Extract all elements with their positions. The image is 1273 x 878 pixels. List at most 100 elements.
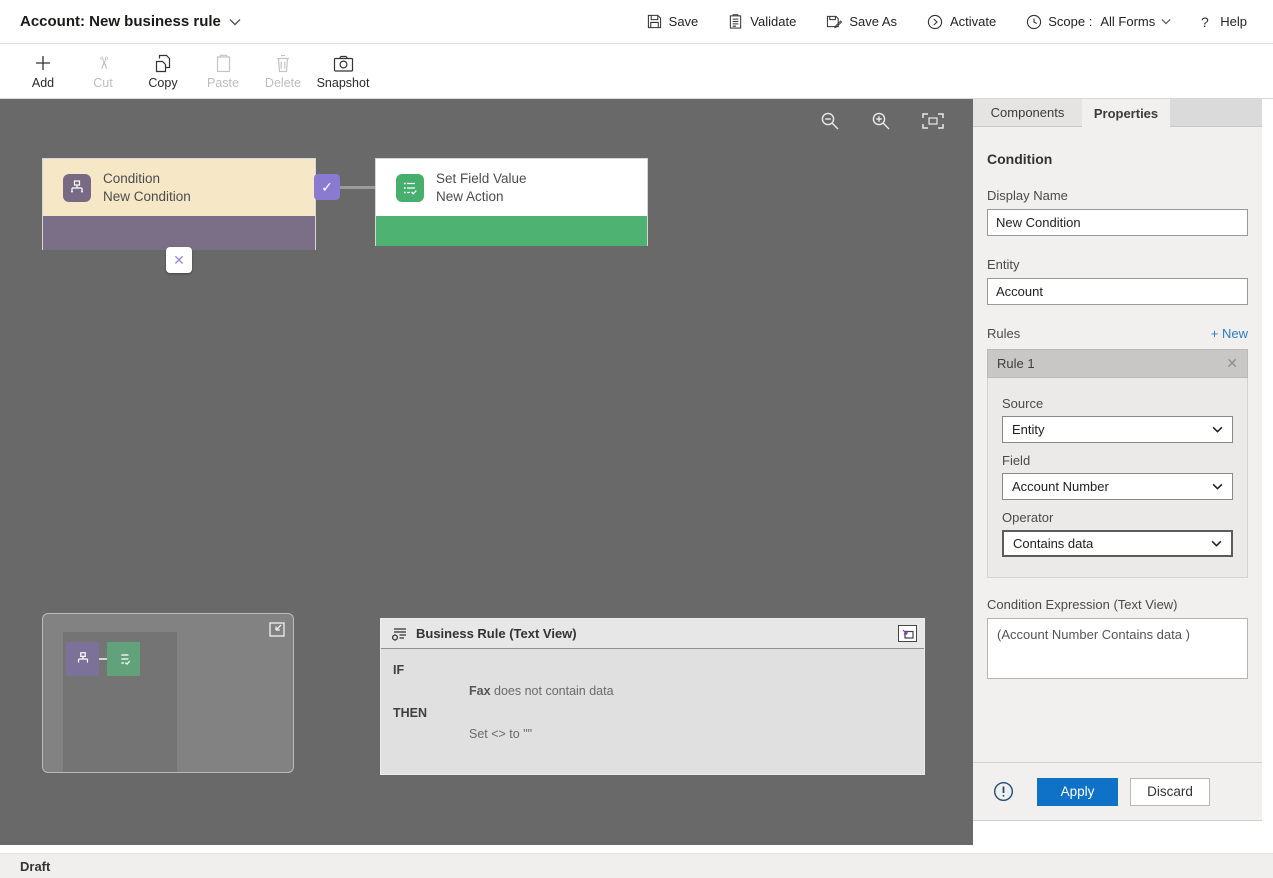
- condition-expression-box[interactable]: (Account Number Contains data ): [987, 618, 1248, 679]
- action-node-labels: Set Field Value New Action: [436, 170, 527, 206]
- field-label: Field: [1002, 453, 1233, 468]
- chevron-down-icon: [1211, 540, 1222, 547]
- zoom-out-icon[interactable]: [820, 111, 840, 131]
- info-icon[interactable]: [993, 781, 1014, 802]
- rules-row: Rules + New: [987, 326, 1248, 341]
- field-value: Account Number: [1012, 479, 1109, 494]
- save-as-button[interactable]: Save As: [826, 14, 897, 29]
- delete-button[interactable]: Delete: [260, 53, 306, 90]
- then-keyword: THEN: [393, 706, 912, 720]
- minimap-connector: [99, 658, 107, 660]
- text-view-icon: [391, 626, 408, 642]
- help-icon: ?: [1201, 14, 1213, 30]
- text-view-header[interactable]: Business Rule (Text View): [381, 619, 924, 649]
- paste-button[interactable]: Paste: [200, 53, 246, 90]
- activate-label: Activate: [950, 14, 996, 29]
- source-select[interactable]: Entity: [1002, 416, 1233, 443]
- false-branch-connector[interactable]: ✕: [166, 247, 192, 273]
- display-name-input[interactable]: [987, 209, 1248, 236]
- action-node-band: [376, 216, 647, 246]
- if-clause: Fax does not contain data: [393, 684, 912, 698]
- tab-properties[interactable]: Properties: [1082, 99, 1170, 127]
- condition-node[interactable]: Condition New Condition: [42, 158, 316, 250]
- cut-button[interactable]: ✂ Cut: [80, 53, 126, 90]
- text-view-popout-button[interactable]: [898, 625, 917, 642]
- if-clause-subject: Fax: [469, 684, 491, 698]
- page-title-entity: Account:: [20, 13, 85, 30]
- scope-dropdown[interactable]: Scope : All Forms: [1026, 14, 1171, 30]
- entity-input[interactable]: [987, 278, 1248, 305]
- if-keyword: IF: [393, 663, 912, 677]
- panel-footer: Apply Discard: [973, 762, 1262, 820]
- add-label: Add: [32, 76, 54, 90]
- rule-1-card: Source Entity Field Account Number Opera…: [987, 378, 1248, 578]
- status-bar: Draft: [0, 853, 1273, 878]
- rule-close-icon[interactable]: ✕: [1226, 355, 1238, 372]
- action-node-header: Set Field Value New Action: [376, 159, 647, 216]
- scope-label: Scope :: [1048, 14, 1092, 29]
- business-rule-text-view: Business Rule (Text View) IF Fax does no…: [380, 618, 925, 775]
- operator-value: Contains data: [1013, 536, 1093, 551]
- operator-select[interactable]: Contains data: [1002, 530, 1233, 557]
- source-label: Source: [1002, 396, 1233, 411]
- scope-icon: [1026, 14, 1042, 30]
- condition-node-header: Condition New Condition: [43, 159, 315, 216]
- minimap-collapse-icon[interactable]: [269, 622, 285, 637]
- designer-canvas[interactable]: Condition New Condition ✓ Set Field Valu…: [0, 99, 973, 845]
- help-button[interactable]: ? Help: [1201, 14, 1247, 30]
- discard-button[interactable]: Discard: [1130, 778, 1210, 806]
- condition-node-band: [43, 216, 315, 250]
- new-rule-link[interactable]: + New: [1211, 326, 1248, 341]
- condition-name-label: New Condition: [103, 188, 191, 206]
- svg-text:?: ?: [1201, 14, 1209, 30]
- fit-to-screen-icon[interactable]: [922, 113, 944, 129]
- minimap[interactable]: [42, 613, 294, 773]
- panel-section-title: Condition: [987, 151, 1248, 167]
- breadcrumb[interactable]: Account: New business rule: [0, 13, 241, 30]
- activate-button[interactable]: Activate: [927, 14, 996, 30]
- add-icon: [34, 54, 52, 72]
- snapshot-label: Snapshot: [317, 76, 370, 90]
- true-branch-connector[interactable]: ✓: [314, 174, 340, 200]
- copy-button[interactable]: Copy: [140, 53, 186, 90]
- app-window: Account: New business rule Save Validate…: [0, 0, 1273, 878]
- header-actions: Save Validate Save As Activate Scope : A…: [647, 14, 1273, 30]
- add-button[interactable]: Add: [20, 53, 66, 90]
- condition-node-labels: Condition New Condition: [103, 170, 191, 206]
- popout-icon: [902, 629, 914, 639]
- panel-content: Condition Display Name Entity Rules + Ne…: [973, 151, 1262, 679]
- paste-label: Paste: [207, 76, 239, 90]
- set-field-value-icon: [396, 174, 424, 202]
- chevron-down-icon: [1161, 18, 1171, 25]
- panel-tabs: Components Properties: [973, 99, 1262, 127]
- save-icon: [647, 14, 662, 29]
- save-label: Save: [669, 14, 699, 29]
- rule-1-title: Rule 1: [997, 356, 1035, 371]
- connector-line: [340, 186, 376, 189]
- text-view-title: Business Rule (Text View): [416, 626, 577, 641]
- scope-value: All Forms: [1100, 14, 1155, 29]
- entity-label: Entity: [987, 257, 1248, 272]
- snapshot-button[interactable]: Snapshot: [320, 53, 366, 90]
- cut-label: Cut: [93, 76, 112, 90]
- properties-panel: Components Properties Condition Display …: [973, 99, 1262, 821]
- action-type-label: Set Field Value: [436, 170, 527, 188]
- tab-components[interactable]: Components: [973, 99, 1082, 127]
- set-field-value-node[interactable]: Set Field Value New Action: [375, 158, 648, 246]
- display-name-label: Display Name: [987, 188, 1248, 203]
- tab-strip-filler: [1170, 99, 1262, 127]
- help-label: Help: [1220, 14, 1247, 29]
- rules-label: Rules: [987, 326, 1020, 341]
- chevron-down-icon: [1212, 426, 1223, 433]
- validate-button[interactable]: Validate: [728, 14, 796, 29]
- apply-button[interactable]: Apply: [1037, 778, 1118, 806]
- page-title-rule: New business rule: [89, 13, 221, 30]
- save-button[interactable]: Save: [647, 14, 699, 29]
- delete-icon: [275, 54, 291, 73]
- minimap-condition-node: [66, 642, 99, 676]
- save-as-icon: [826, 14, 842, 29]
- field-select[interactable]: Account Number: [1002, 473, 1233, 500]
- rule-1-header[interactable]: Rule 1 ✕: [987, 349, 1248, 378]
- top-command-bar: Account: New business rule Save Validate…: [0, 0, 1273, 44]
- zoom-in-icon[interactable]: [871, 111, 891, 131]
